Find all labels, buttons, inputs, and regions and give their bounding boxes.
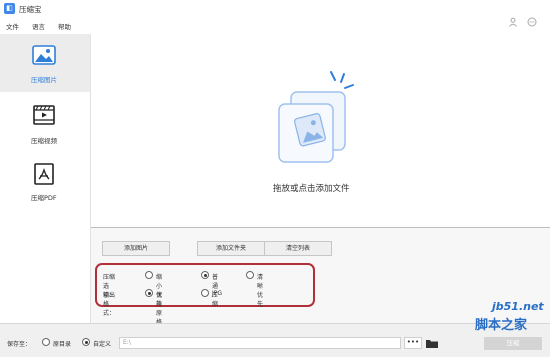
browse-more-button[interactable]: ••• bbox=[404, 337, 422, 349]
sidebar-item-compress-video[interactable]: 压缩视频 bbox=[0, 92, 90, 150]
menu-language[interactable]: 语言 bbox=[32, 21, 45, 31]
chat-icon[interactable] bbox=[527, 17, 537, 27]
radio-custom-dir[interactable] bbox=[82, 338, 90, 346]
sidebar: 压缩图片 压缩视频 压缩PDF bbox=[0, 34, 91, 323]
video-icon bbox=[31, 104, 57, 128]
save-path-input[interactable]: E:\ bbox=[119, 337, 401, 349]
add-image-button[interactable]: 添加图片 bbox=[102, 241, 170, 256]
drop-images-illustration bbox=[271, 66, 367, 178]
watermark-text: 脚本之家 bbox=[475, 318, 528, 333]
save-to-label: 保存至： bbox=[7, 341, 32, 348]
radio-label: JPG bbox=[212, 290, 223, 297]
radio-normal-compress[interactable] bbox=[201, 271, 209, 279]
drop-zone[interactable]: 拖放或点击添加文件 bbox=[91, 34, 550, 227]
sidebar-item-compress-image[interactable]: 压缩图片 bbox=[0, 34, 90, 92]
title-bar: ◧ 压缩宝 bbox=[0, 0, 550, 18]
watermark-url: jb51.net bbox=[492, 300, 544, 313]
add-folder-button[interactable]: 添加文件夹 bbox=[197, 241, 265, 256]
radio-clarity-first[interactable] bbox=[246, 271, 254, 279]
menu-bar: 文件 语言 帮助 bbox=[0, 18, 550, 34]
options-highlight-frame bbox=[95, 263, 315, 307]
menu-file[interactable]: 文件 bbox=[6, 21, 19, 31]
radio-original-dir[interactable] bbox=[42, 338, 50, 346]
radio-label: 自定义 bbox=[93, 341, 112, 348]
drop-hint-text: 拖放或点击添加文件 bbox=[273, 184, 350, 194]
image-icon bbox=[31, 44, 57, 68]
sidebar-item-compress-pdf[interactable]: 压缩PDF bbox=[0, 158, 90, 216]
app-logo-icon: ◧ bbox=[4, 3, 15, 14]
menu-help[interactable]: 帮助 bbox=[58, 21, 71, 31]
output-format-label: 输出格式： bbox=[103, 292, 116, 317]
radio-label: 清晰优先 bbox=[257, 274, 264, 308]
app-title: 压缩宝 bbox=[19, 5, 42, 14]
radio-keep-format[interactable] bbox=[145, 289, 153, 297]
pdf-icon bbox=[31, 162, 57, 186]
folder-icon[interactable] bbox=[425, 337, 439, 349]
watermark: jb51.net 脚本之家 bbox=[462, 300, 550, 345]
clear-list-button[interactable]: 清空列表 bbox=[264, 241, 332, 256]
radio-label: 原目录 bbox=[53, 341, 72, 348]
radio-smaller-first[interactable] bbox=[145, 271, 153, 279]
user-icon[interactable] bbox=[508, 17, 518, 27]
radio-jpg[interactable] bbox=[201, 289, 209, 297]
